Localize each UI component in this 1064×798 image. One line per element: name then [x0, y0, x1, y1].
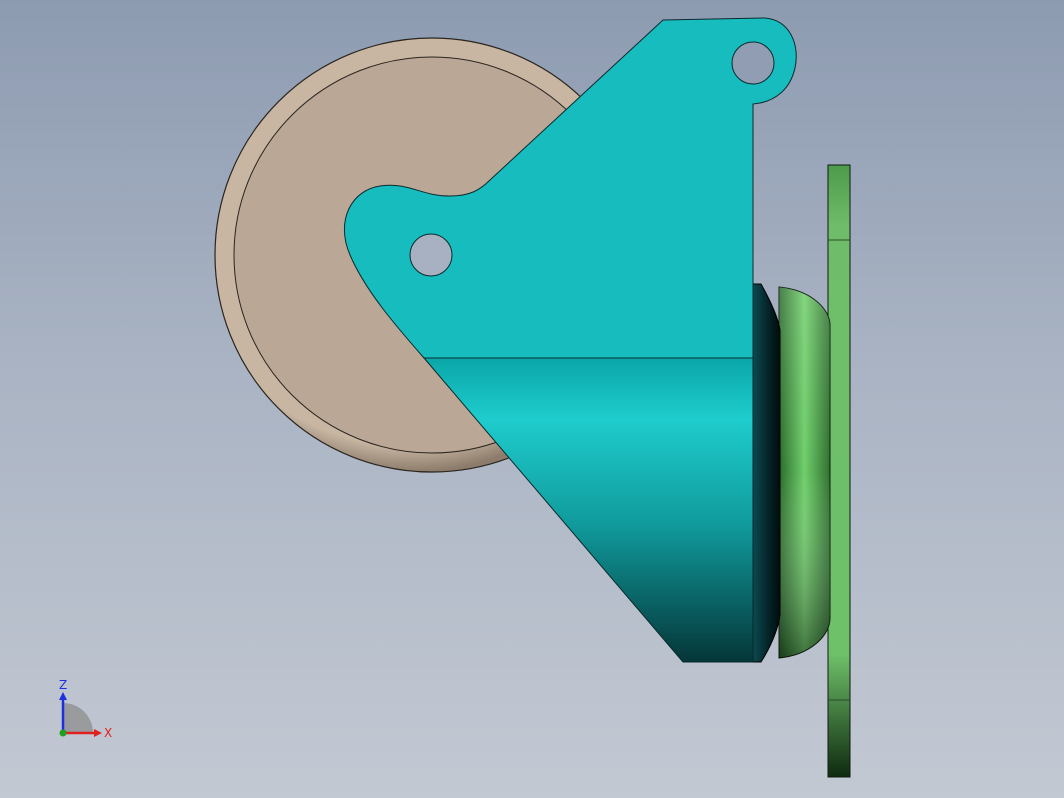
orientation-triad[interactable]: Z X: [50, 676, 120, 746]
x-arrow-icon: [94, 729, 102, 737]
fork-bracket-lower[interactable]: [422, 357, 754, 663]
y-axis-dot-icon: [59, 729, 67, 737]
x-axis-label: X: [104, 726, 112, 740]
axle-hole: [409, 233, 453, 277]
z-arrow-icon: [59, 692, 67, 700]
swivel-dome[interactable]: [778, 286, 831, 659]
cad-viewport[interactable]: Z X: [0, 0, 1064, 798]
caster-model[interactable]: [0, 0, 1064, 798]
mounting-plate[interactable]: [827, 164, 851, 778]
kingpin-hole: [731, 41, 775, 85]
z-axis-label: Z: [59, 678, 67, 692]
bearing-cone[interactable]: [752, 283, 781, 663]
triad-plane: [63, 703, 93, 733]
